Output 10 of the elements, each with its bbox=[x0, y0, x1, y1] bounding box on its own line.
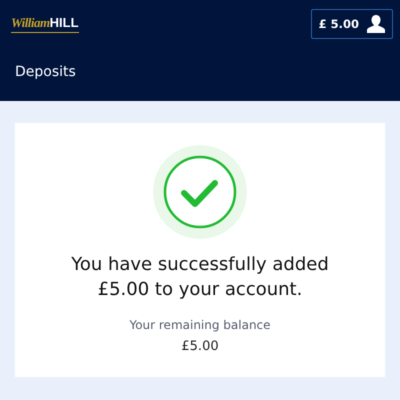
logo[interactable]: WilliamHILL bbox=[11, 15, 79, 33]
logo-script-text: William bbox=[11, 15, 50, 31]
user-icon bbox=[366, 14, 386, 34]
balance-label: Your remaining balance bbox=[129, 318, 271, 332]
success-message: You have successfully added £5.00 to your account. bbox=[70, 253, 330, 302]
success-check-icon bbox=[153, 145, 247, 239]
logo-block-text: HILL bbox=[50, 15, 79, 30]
account-balance-button[interactable]: £ 5.00 bbox=[310, 9, 393, 39]
balance-value: £5.00 bbox=[181, 339, 219, 354]
page-title: Deposits bbox=[14, 63, 77, 80]
